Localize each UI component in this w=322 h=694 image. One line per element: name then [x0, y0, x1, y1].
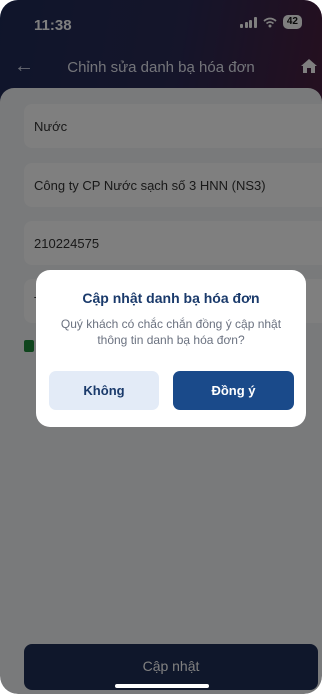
home-indicator [115, 684, 209, 688]
confirm-dialog: Cập nhật danh bạ hóa đơn Quý khách có ch… [36, 270, 306, 427]
phone-screen: 11:38 42 ← Chỉnh sửa danh bạ hóa đơn Nướ… [0, 0, 322, 694]
dialog-message: Quý khách có chắc chắn đồng ý cập nhật t… [60, 317, 282, 347]
confirm-button[interactable]: Đồng ý [173, 371, 294, 410]
dialog-title: Cập nhật danh bạ hóa đơn [82, 290, 260, 306]
cancel-button[interactable]: Không [49, 371, 159, 410]
